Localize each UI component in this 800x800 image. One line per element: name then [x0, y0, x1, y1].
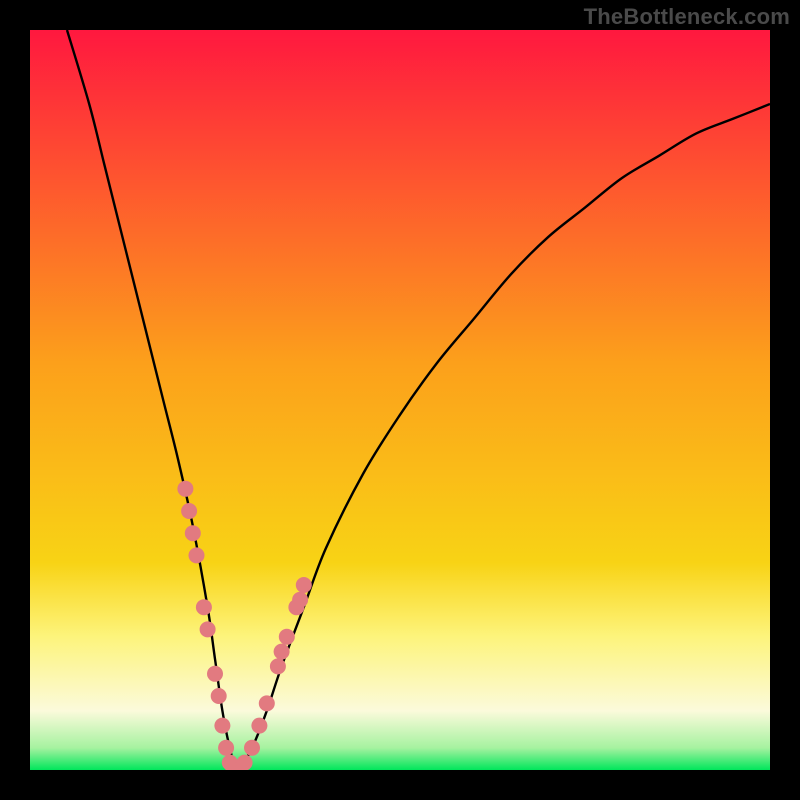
marker-dot: [189, 547, 205, 563]
watermark-text: TheBottleneck.com: [584, 4, 790, 30]
marker-dot: [237, 755, 253, 770]
chart-container: TheBottleneck.com: [0, 0, 800, 800]
marker-dot: [218, 740, 234, 756]
marker-dot: [251, 718, 267, 734]
marker-dot: [270, 658, 286, 674]
marker-dot: [296, 577, 312, 593]
marker-dot: [211, 688, 227, 704]
marker-dot: [200, 621, 216, 637]
marker-dot: [207, 666, 223, 682]
marker-dot: [274, 644, 290, 660]
marker-dot: [181, 503, 197, 519]
plot-area: [30, 30, 770, 770]
marker-dot: [185, 525, 201, 541]
chart-svg: [30, 30, 770, 770]
gradient-background: [30, 30, 770, 770]
marker-dot: [196, 599, 212, 615]
marker-dot: [292, 592, 308, 608]
marker-dot: [259, 695, 275, 711]
marker-dot: [177, 481, 193, 497]
marker-dot: [214, 718, 230, 734]
marker-dot: [279, 629, 295, 645]
marker-dot: [244, 740, 260, 756]
